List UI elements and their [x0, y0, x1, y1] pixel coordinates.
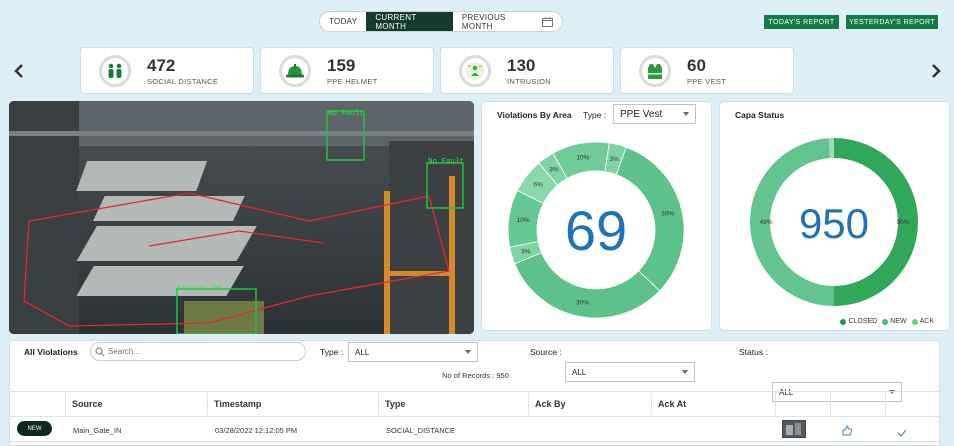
cell-timestamp: 03/28/2022 12:12:05 PM — [215, 425, 298, 435]
stat-label: PPE HELMET — [327, 76, 378, 86]
social-distance-icon — [99, 54, 131, 87]
tab-today[interactable]: TODAY — [320, 12, 366, 31]
capa-status-panel: Capa Status 950 50% 49% CLOSED NEW ACK — [719, 101, 950, 331]
legend-item-ack[interactable]: ACK — [911, 318, 934, 325]
check-icon[interactable] — [897, 424, 907, 442]
status-filter-label: Status : — [739, 347, 768, 357]
slice-label: 3% — [610, 156, 620, 163]
stat-label: SOCIAL DISTANCE — [147, 76, 219, 86]
stat-card-ppe-helmet[interactable]: 159 PPE HELMET — [260, 47, 434, 94]
todays-report-button[interactable]: TODAY'S REPORT — [764, 15, 839, 29]
stat-card-ppe-vest[interactable]: 60 PPE VEST — [620, 47, 794, 94]
violations-table: All Violations Type : ALL Source : ALL S… — [9, 340, 941, 446]
legend-item-closed[interactable]: CLOSED — [840, 318, 877, 325]
donut-slice[interactable] — [514, 252, 661, 319]
select-value: ALL — [355, 347, 370, 357]
cell-type: SOCIAL_DISTANCE — [386, 425, 456, 435]
records-count: No of Records : 950 — [442, 371, 509, 380]
slice-label: 10% — [517, 217, 530, 224]
slice-label: 6% — [533, 182, 543, 189]
legend-dot — [840, 318, 847, 325]
slice-label: 30% — [661, 210, 674, 217]
violations-donut: 69 30% 30% 3% 10% 6% 3% 10% 3% — [507, 141, 685, 319]
slice-label: 3% — [549, 167, 559, 174]
panel-title: Violations By Area — [497, 110, 572, 120]
select-value: PPE Vest — [620, 108, 663, 120]
cell-ack-by — [530, 420, 536, 440]
slice-label: 30% — [576, 299, 589, 306]
stat-value: 60 — [687, 55, 706, 75]
violations-by-area-panel: Violations By Area Type : PPE Vest 69 30… — [481, 101, 712, 331]
search-field[interactable] — [90, 342, 306, 361]
helmet-icon — [279, 54, 311, 87]
stat-label: INTRUSION — [507, 76, 551, 86]
legend-item-new[interactable]: NEW — [882, 318, 907, 325]
legend-dot — [911, 318, 918, 325]
column-header-source[interactable]: Source — [65, 393, 207, 415]
slice-label: 49% — [759, 219, 772, 226]
detection-label: Status: OK — [177, 285, 223, 293]
column-header-timestamp[interactable]: Timestamp — [207, 393, 378, 415]
tab-current-month[interactable]: CURRENT MONTH — [366, 12, 453, 31]
date-range-selector: TODAY CURRENT MONTH PREVIOUS MONTH — [319, 11, 563, 32]
stat-value: 130 — [507, 55, 536, 75]
vest-icon — [639, 54, 671, 87]
panel-title: Capa Status — [735, 110, 785, 120]
stat-label: PPE VEST — [687, 76, 727, 86]
chevron-down-icon — [465, 350, 471, 354]
column-header-type[interactable]: Type — [378, 393, 528, 415]
stat-card-intrusion[interactable]: 130 INTRUSION — [440, 47, 614, 94]
detection-label: No Fault — [428, 158, 464, 166]
legend-label: CLOSED — [848, 318, 878, 325]
legend-label: NEW — [890, 318, 907, 325]
chevron-down-icon — [683, 112, 689, 116]
search-input[interactable] — [108, 347, 288, 356]
cell-ack-at — [653, 420, 659, 440]
yesterdays-report-button[interactable]: YESTERDAY'S REPORT — [846, 15, 938, 29]
calendar-icon[interactable] — [542, 16, 562, 27]
thumbnail-image[interactable] — [782, 420, 806, 438]
camera-feed[interactable]: No Fault No Fault Status: OK — [9, 101, 474, 334]
donut-center-value: 950 — [799, 200, 869, 247]
legend-label: ACK — [919, 318, 934, 325]
search-icon — [95, 346, 105, 356]
type-label: Type : — [583, 110, 607, 120]
donut-center-value: 69 — [565, 199, 627, 262]
acknowledge-icon[interactable] — [841, 423, 853, 441]
stat-value: 472 — [147, 55, 176, 75]
chevron-right-icon[interactable] — [928, 62, 944, 80]
column-header-ack-by[interactable]: Ack By — [528, 393, 651, 415]
detection-label: No Fault — [328, 110, 364, 118]
capa-legend: CLOSED NEW ACK — [840, 318, 934, 325]
table-title: All Violations — [24, 347, 78, 357]
column-header-ack-at[interactable]: Ack At — [651, 393, 775, 415]
source-filter-label: Source : — [530, 347, 562, 357]
type-filter-label: Type : — [320, 347, 344, 357]
capa-donut: 950 50% 49% — [750, 138, 918, 306]
slice-label: 10% — [576, 155, 589, 162]
tab-previous-month[interactable]: PREVIOUS MONTH — [453, 12, 542, 31]
intrusion-icon — [459, 54, 491, 87]
area-type-select[interactable]: PPE Vest — [613, 104, 696, 124]
legend-dot — [882, 318, 889, 325]
slice-label: 50% — [896, 219, 909, 226]
stat-value: 159 — [327, 55, 356, 75]
status-badge: NEW — [17, 421, 52, 436]
chevron-left-icon[interactable] — [11, 62, 27, 80]
stat-card-social-distance[interactable]: 472 SOCIAL DISTANCE — [80, 47, 254, 94]
slice-label: 3% — [521, 248, 531, 255]
cell-source: Main_Gate_IN — [73, 425, 122, 435]
type-filter-select[interactable]: ALL — [348, 342, 478, 362]
